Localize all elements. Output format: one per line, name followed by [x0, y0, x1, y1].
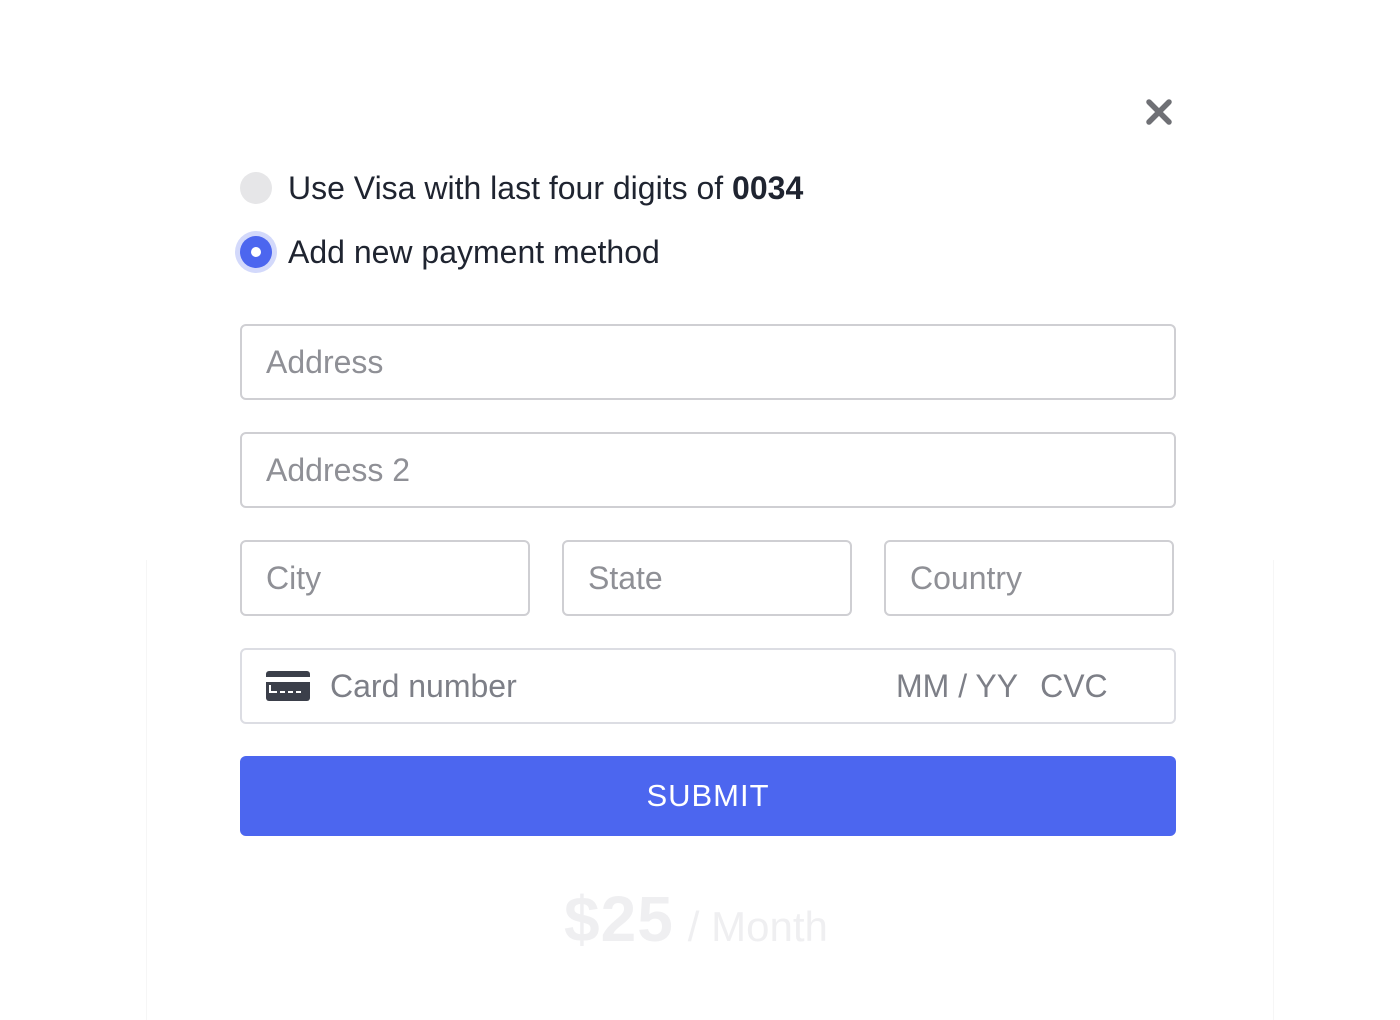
new-payment-label: Add new payment method — [288, 233, 660, 270]
address-field — [240, 324, 1176, 400]
card-expiry-input[interactable]: MM / YY — [896, 668, 1018, 705]
saved-card-radio[interactable] — [240, 172, 272, 204]
saved-card-option[interactable]: Use Visa with last four digits of 0034 — [240, 168, 803, 208]
city-input[interactable] — [242, 542, 528, 614]
saved-card-last-four: 0034 — [732, 169, 804, 206]
payment-page: $25 / Month Use Visa with last four digit… — [0, 0, 1400, 1020]
new-payment-radio[interactable] — [240, 236, 272, 268]
card-cvc-input[interactable]: CVC — [1040, 668, 1108, 705]
saved-card-label: Use Visa with last four digits of 0034 — [288, 170, 803, 207]
address-input[interactable] — [242, 326, 1174, 398]
close-icon — [1146, 99, 1172, 125]
saved-card-label-text: Use Visa with last four digits of — [288, 169, 733, 206]
card-number-input[interactable]: Card number — [330, 668, 870, 705]
price-display: $25 / Month — [564, 882, 828, 956]
credit-card-icon — [266, 671, 310, 701]
country-input[interactable] — [886, 542, 1172, 614]
city-field — [240, 540, 530, 616]
card-element[interactable]: Card number MM / YY CVC — [240, 648, 1176, 724]
submit-button[interactable]: SUBMIT — [240, 756, 1176, 836]
address2-field — [240, 432, 1176, 508]
address2-input[interactable] — [242, 434, 1174, 506]
price-amount: $25 — [564, 883, 674, 955]
price-period: / Month — [687, 903, 828, 950]
state-field — [562, 540, 852, 616]
new-payment-option[interactable]: Add new payment method — [240, 232, 660, 272]
close-button[interactable] — [1144, 97, 1174, 127]
state-input[interactable] — [564, 542, 850, 614]
country-field — [884, 540, 1174, 616]
